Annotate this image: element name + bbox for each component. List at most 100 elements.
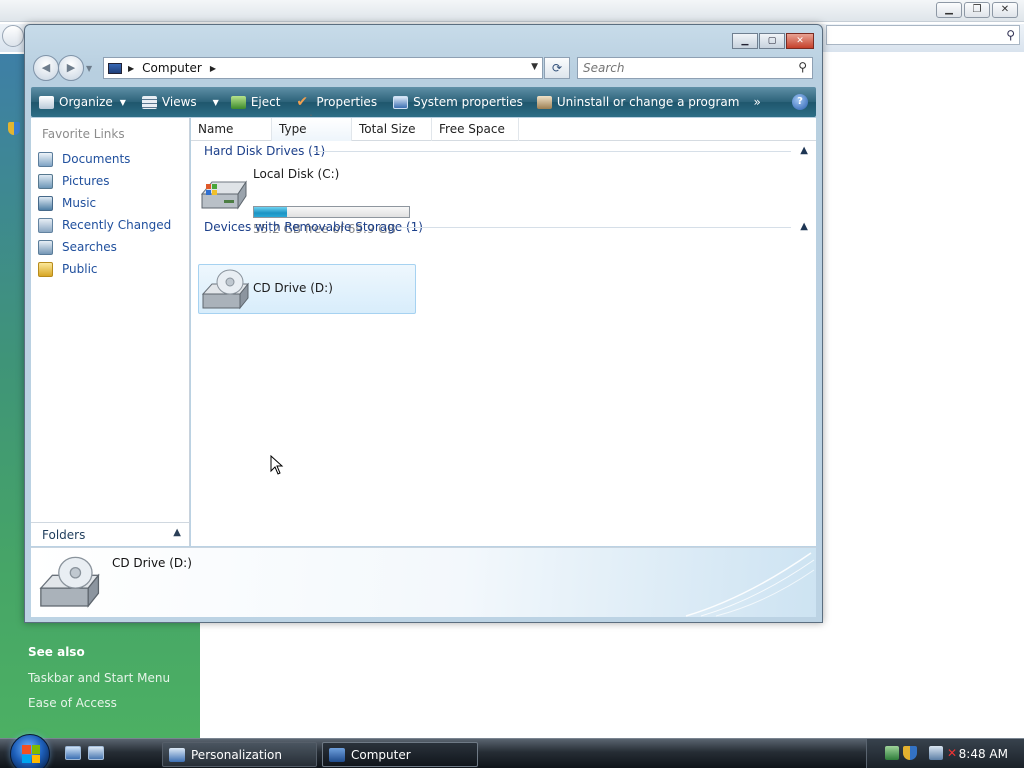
collapse-group-icon[interactable]: ▲ (800, 145, 808, 156)
system-properties-icon (393, 95, 409, 109)
public-folder-icon (38, 261, 53, 277)
clock[interactable]: 8:48 AM (959, 747, 1008, 761)
organize-button[interactable]: Organize ▼ (31, 87, 131, 117)
maximize-button[interactable]: ▢ (759, 33, 785, 49)
favorite-links-heading: Favorite Links (42, 127, 125, 141)
search-icon: ⚲ (1006, 28, 1015, 42)
breadcrumb-arrow-icon[interactable]: ▶ (210, 64, 216, 73)
close-button[interactable]: ✕ (992, 2, 1018, 18)
ease-of-access-link[interactable]: Ease of Access (28, 696, 117, 710)
personalization-icon (169, 747, 185, 762)
mouse-pointer-icon (270, 455, 284, 475)
search-input[interactable] (578, 58, 778, 78)
folders-toggle[interactable]: Folders ▲ (31, 522, 190, 546)
details-item-name: CD Drive (D:) (112, 556, 192, 570)
navigation-pane: Favorite Links Documents Pictures Music … (31, 118, 190, 546)
windows-logo-icon (22, 745, 40, 763)
eject-button[interactable]: Eject (226, 87, 286, 117)
group-header-hard-disk-drives[interactable]: Hard Disk Drives (1) (204, 144, 325, 158)
favorite-link-label: Documents (62, 152, 131, 166)
system-properties-button[interactable]: System properties (388, 87, 528, 117)
back-button[interactable] (2, 25, 24, 47)
minimize-button[interactable]: ▁ (936, 2, 962, 18)
column-name[interactable]: Name (191, 118, 272, 141)
drive-name-c[interactable]: Local Disk (C:) (253, 167, 339, 181)
forward-button[interactable]: ▶ (58, 55, 84, 81)
search-box[interactable]: ⚲ (577, 57, 813, 79)
network-icon[interactable] (885, 746, 899, 760)
column-headers: Name Type ˆ Total Size Free Space (191, 114, 816, 141)
security-shield-icon[interactable] (903, 746, 917, 760)
uninstall-label: Uninstall or change a program (556, 95, 740, 109)
cd-drive-icon (201, 269, 250, 310)
disk-usage-fill (254, 207, 287, 217)
properties-button[interactable]: ✔ Properties (291, 87, 382, 117)
cd-drive-item-selected[interactable]: CD Drive (D:) (198, 264, 416, 314)
recent-pages-dropdown[interactable]: ▼ (86, 64, 92, 73)
favorite-link-recently-changed[interactable]: Recently Changed (38, 215, 171, 235)
music-icon (38, 195, 53, 211)
favorite-link-pictures[interactable]: Pictures (38, 171, 110, 191)
start-button[interactable] (10, 734, 50, 768)
eject-label: Eject (250, 95, 281, 109)
hard-drive-icon[interactable] (200, 176, 248, 212)
close-button[interactable]: ✕ (786, 33, 814, 49)
column-total-size[interactable]: Total Size (352, 118, 432, 141)
favorite-link-music[interactable]: Music (38, 193, 96, 213)
minimize-button[interactable]: ▁ (732, 33, 758, 49)
cd-drive-icon (39, 556, 100, 608)
collapse-group-icon[interactable]: ▲ (800, 221, 808, 232)
command-bar: Organize ▼ Views ▼ Eject ✔ Properties Sy… (31, 87, 816, 117)
notification-area: ✕ 8:48 AM (866, 739, 1024, 768)
drive-name-d: CD Drive (D:) (253, 281, 333, 295)
show-desktop-icon[interactable] (65, 746, 81, 760)
back-button[interactable]: ◀ (33, 55, 59, 81)
favorite-link-label: Pictures (62, 174, 110, 188)
shield-icon (8, 122, 20, 135)
system-properties-label: System properties (413, 95, 523, 109)
personalization-titlebar: ▁ ❐ ✕ (0, 0, 1024, 22)
personalization-search-box[interactable]: ⚲ (826, 25, 1020, 45)
see-also-heading: See also (28, 645, 85, 659)
address-dropdown-icon[interactable]: ▼ (531, 62, 538, 72)
favorite-link-label: Searches (62, 240, 117, 254)
group-divider (397, 227, 791, 228)
uninstall-program-button[interactable]: Uninstall or change a program (532, 87, 745, 117)
views-button[interactable]: Views ▼ (137, 87, 224, 117)
favorite-link-searches[interactable]: Searches (38, 237, 117, 257)
details-pane: CD Drive (D:) (31, 547, 816, 617)
properties-label: Properties (316, 95, 378, 109)
restore-button[interactable]: ❐ (964, 2, 990, 18)
recently-changed-icon (38, 217, 53, 233)
taskbar-button-personalization[interactable]: Personalization (162, 742, 317, 767)
uninstall-icon (536, 95, 552, 109)
search-icon[interactable]: ⚲ (798, 60, 807, 74)
checkmark-icon: ✔ (296, 93, 309, 110)
group-divider (313, 151, 791, 152)
taskbar: Personalization Computer ✕ 8:48 AM (0, 734, 1024, 768)
chevron-down-icon: ▼ (212, 97, 219, 107)
more-commands-button[interactable]: » (748, 87, 765, 117)
favorite-link-public[interactable]: Public (38, 259, 98, 279)
breadcrumb-arrow-icon[interactable]: ▶ (128, 64, 134, 73)
file-list: Name Type ˆ Total Size Free Space Hard D… (191, 114, 816, 546)
taskbar-start-menu-link[interactable]: Taskbar and Start Menu (28, 671, 170, 685)
computer-icon (329, 747, 345, 762)
refresh-button[interactable]: ⟳ (544, 57, 570, 79)
chevron-up-icon: ▲ (173, 527, 181, 538)
switch-windows-icon[interactable] (88, 746, 104, 760)
folders-label: Folders (42, 528, 86, 542)
network-disconnected-icon[interactable] (929, 746, 943, 760)
help-button[interactable]: ? (792, 94, 808, 110)
refresh-icon: ⟳ (551, 61, 563, 75)
views-label: Views (161, 95, 197, 109)
column-free-space[interactable]: Free Space (432, 118, 519, 141)
address-bar[interactable]: ▶ Computer ▶ ▼ (103, 57, 543, 79)
sort-ascending-icon: ˆ (309, 114, 313, 123)
pictures-icon (38, 173, 53, 189)
documents-icon (38, 151, 53, 167)
group-header-removable-storage[interactable]: Devices with Removable Storage (1) (204, 220, 423, 234)
favorite-link-documents[interactable]: Documents (38, 149, 130, 169)
breadcrumb-computer[interactable]: Computer (142, 61, 202, 75)
taskbar-button-computer[interactable]: Computer (322, 742, 478, 767)
